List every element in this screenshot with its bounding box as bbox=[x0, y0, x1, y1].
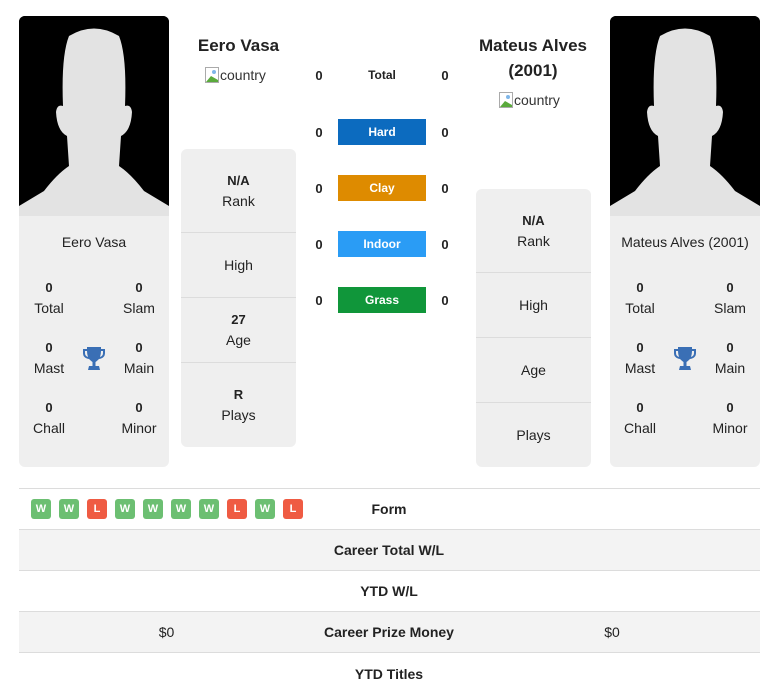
stats-row-ytd-titles: YTD Titles bbox=[19, 653, 760, 694]
player1-prize-money: $0 bbox=[158, 624, 175, 640]
surface-row-hard: 0 Hard 0 bbox=[300, 118, 470, 146]
surface-indoor-p1: 0 bbox=[315, 236, 323, 252]
stats-row-ytd-wl: YTD W/L bbox=[19, 571, 760, 612]
player2-age: Age bbox=[476, 338, 591, 403]
stats-label-career-total-wl: Career Total W/L bbox=[333, 542, 445, 558]
player1-rank: N/A Rank bbox=[181, 149, 296, 233]
player1-titles-total: 0 Total bbox=[34, 280, 64, 316]
surface-row-indoor: 0 Indoor 0 bbox=[300, 230, 470, 258]
player-silhouette-icon bbox=[19, 16, 169, 216]
surface-row-clay: 0 Clay 0 bbox=[300, 174, 470, 202]
form-loss-badge: L bbox=[87, 499, 107, 519]
player2-info: N/A Rank High Age Plays bbox=[476, 189, 591, 467]
form-win-badge: W bbox=[171, 499, 191, 519]
stats-row-career-prize-money: $0 Career Prize Money $0 bbox=[19, 612, 760, 653]
player2-titles: 0 Total 0 Slam 0 Mast 0 Main 0 Chall 0 Minor bbox=[610, 278, 760, 438]
player2-rank: N/A Rank bbox=[476, 189, 591, 273]
form-loss-badge: L bbox=[283, 499, 303, 519]
player2-titles-main: 0 Main bbox=[714, 340, 746, 376]
surface-grass-p2: 0 bbox=[441, 292, 449, 308]
surface-clay-p1: 0 bbox=[315, 180, 323, 196]
stats-label-ytd-wl: YTD W/L bbox=[360, 583, 418, 599]
form-win-badge: W bbox=[31, 499, 51, 519]
form-win-badge: W bbox=[59, 499, 79, 519]
form-win-badge: W bbox=[199, 499, 219, 519]
stats-label-career-prize-money: Career Prize Money bbox=[324, 624, 454, 640]
surface-row-grass: 0 Grass 0 bbox=[300, 286, 470, 314]
stats-label-form: Form bbox=[371, 501, 407, 517]
stats-row-career-total-wl: Career Total W/L bbox=[19, 530, 760, 571]
player2-country-flag: country bbox=[499, 92, 560, 108]
surface-clay-badge: Clay bbox=[338, 175, 426, 201]
player2-high: High bbox=[476, 273, 591, 338]
broken-image-icon bbox=[205, 67, 219, 83]
surface-clay-p2: 0 bbox=[441, 180, 449, 196]
player2-titles-chall: 0 Chall bbox=[624, 400, 656, 436]
stats-label-ytd-titles: YTD Titles bbox=[354, 665, 424, 682]
player2-name-heading[interactable]: Mateus Alves (2001) bbox=[468, 33, 598, 83]
trophy-icon bbox=[79, 338, 109, 378]
form-badges: WWLWWWWLWL bbox=[19, 499, 314, 519]
form-loss-badge: L bbox=[227, 499, 247, 519]
player1-info: N/A Rank High 27 Age R Plays bbox=[181, 149, 296, 447]
trophy-icon bbox=[670, 338, 700, 378]
player2-photo[interactable] bbox=[610, 16, 760, 216]
player1-country-flag: country bbox=[205, 67, 266, 83]
player2-titles-minor: 0 Minor bbox=[712, 400, 748, 436]
player-silhouette-icon bbox=[610, 16, 760, 216]
player2-titles-mast: 0 Mast bbox=[624, 340, 656, 376]
player1-high: High bbox=[181, 233, 296, 298]
surface-total-p2: 0 bbox=[441, 67, 449, 83]
player2-plays: Plays bbox=[516, 427, 551, 443]
player2-card: Mateus Alves (2001) 0 Total 0 Slam 0 Mast 0… bbox=[610, 16, 760, 467]
surface-grass-badge: Grass bbox=[338, 287, 426, 313]
player1-titles-mast: 0 Mast bbox=[33, 340, 65, 376]
surface-total-p1: 0 bbox=[315, 67, 323, 83]
broken-image-icon bbox=[499, 92, 513, 108]
player1-titles-minor: 0 Minor bbox=[121, 400, 157, 436]
player2-titles-total: 0 Total bbox=[625, 280, 655, 316]
surface-hard-badge: Hard bbox=[338, 119, 426, 145]
player2-titles-slam: 0 Slam bbox=[714, 280, 746, 316]
player1-titles-main: 0 Main bbox=[123, 340, 155, 376]
surface-hard-p1: 0 bbox=[315, 124, 323, 140]
stats-row-form: WWLWWWWLWL Form bbox=[19, 489, 760, 530]
player1-age: 27 Age bbox=[181, 298, 296, 363]
surface-hard-p2: 0 bbox=[441, 124, 449, 140]
form-win-badge: W bbox=[115, 499, 135, 519]
surface-indoor-badge: Indoor bbox=[338, 231, 426, 257]
surface-indoor-p2: 0 bbox=[441, 236, 449, 252]
player1-plays: R Plays bbox=[221, 387, 256, 423]
player1-titles-slam: 0 Slam bbox=[123, 280, 155, 316]
form-win-badge: W bbox=[143, 499, 163, 519]
stats-table: WWLWWWWLWL Form Career Total W/L YTD W/L… bbox=[19, 488, 760, 694]
surface-total-label: Total bbox=[368, 68, 396, 82]
player1-card-name: Eero Vasa bbox=[61, 234, 127, 250]
player1-name-heading[interactable]: Eero Vasa bbox=[180, 33, 297, 58]
surface-row-total: 0 Total 0 bbox=[300, 61, 470, 89]
player1-titles: 0 Total 0 Slam 0 Mast 0 Main 0 Chall 0 Minor bbox=[19, 278, 169, 438]
player2-card-name: Mateus Alves (2001) bbox=[621, 234, 749, 250]
form-win-badge: W bbox=[255, 499, 275, 519]
player2-prize-money: $0 bbox=[604, 624, 620, 640]
player1-photo[interactable] bbox=[19, 16, 169, 216]
player1-card: Eero Vasa 0 Total 0 Slam 0 Mast 0 Main 0 Chal… bbox=[19, 16, 169, 467]
surface-grass-p1: 0 bbox=[315, 292, 323, 308]
player1-titles-chall: 0 Chall bbox=[33, 400, 65, 436]
